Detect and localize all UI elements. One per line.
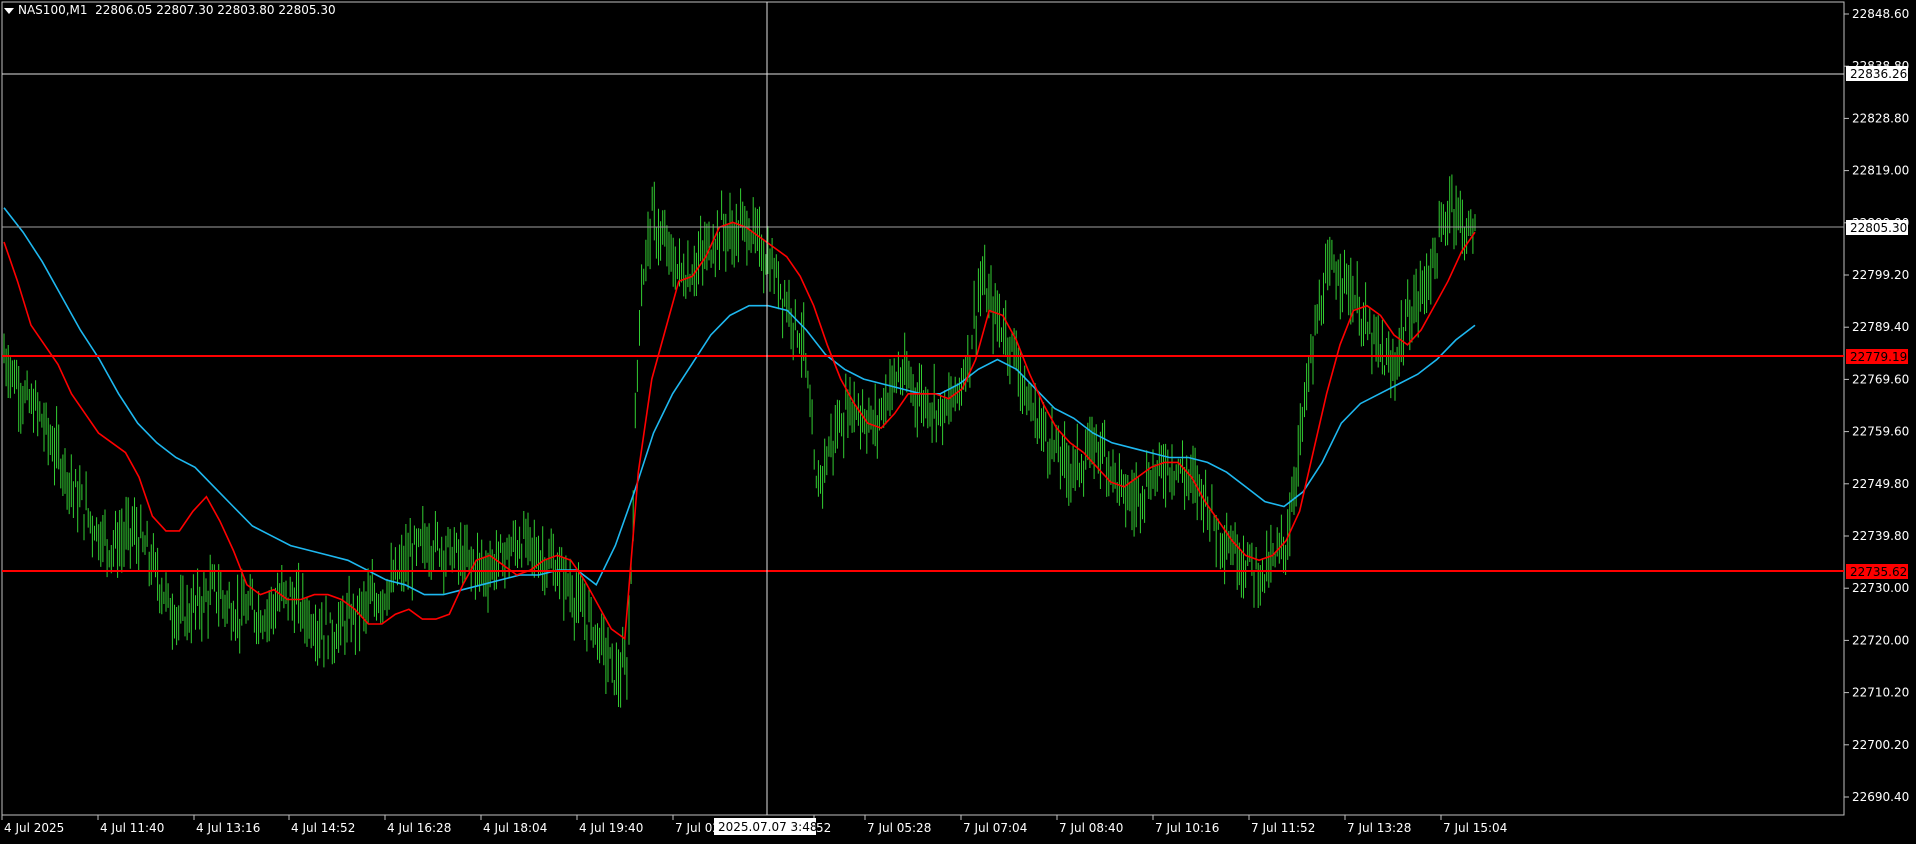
crosshair-time-label: 2025.07.07 3:48	[714, 818, 817, 835]
svg-text:22805.30: 22805.30	[1850, 221, 1907, 235]
symbol-label: NAS100,M1	[18, 3, 88, 17]
time-tick-label: 52	[816, 821, 831, 835]
price-tick-label: 22710.20	[1852, 686, 1909, 700]
price-tick-label: 22848.60	[1852, 7, 1909, 21]
current-price-label: 22805.30	[1846, 220, 1908, 235]
time-tick-label: 4 Jul 14:52	[291, 821, 355, 835]
svg-text:22779.19: 22779.19	[1850, 350, 1907, 364]
time-tick-label: 7 Jul 13:28	[1347, 821, 1411, 835]
time-tick-label: 7 Jul 10:16	[1155, 821, 1219, 835]
crosshair-price-label: 22836.26	[1846, 66, 1908, 81]
price-tick-label: 22819.00	[1852, 164, 1909, 178]
svg-text:22735.62: 22735.62	[1850, 565, 1907, 579]
chart-area[interactable]: 22848.6022838.8022828.8022819.0022809.00…	[0, 0, 1916, 840]
time-tick-label: 4 Jul 11:40	[100, 821, 164, 835]
time-tick-label: 4 Jul 19:40	[579, 821, 643, 835]
price-tick-label: 22720.00	[1852, 633, 1909, 647]
time-tick-label: 4 Jul 18:04	[483, 821, 547, 835]
time-tick-label: 7 Jul 07:04	[963, 821, 1027, 835]
time-tick-label: 7 Jul 08:40	[1059, 821, 1123, 835]
upper-level-label: 22779.19	[1846, 349, 1908, 364]
price-tick-label: 22799.20	[1852, 268, 1909, 282]
ohlc-values: 22806.05 22807.30 22803.80 22805.30	[95, 3, 336, 17]
chart-header: NAS100,M1 22806.05 22807.30 22803.80 228…	[4, 3, 336, 17]
price-tick-label: 22749.80	[1852, 477, 1909, 491]
price-tick-label: 22739.80	[1852, 529, 1909, 543]
time-tick-label: 4 Jul 2025	[4, 821, 64, 835]
dropdown-triangle-icon[interactable]	[4, 7, 14, 14]
price-tick-label: 22789.40	[1852, 320, 1909, 334]
time-tick-label: 4 Jul 16:28	[387, 821, 451, 835]
price-tick-label: 22700.20	[1852, 738, 1909, 752]
time-tick-label: 4 Jul 13:16	[196, 821, 260, 835]
time-tick-label: 7 Jul 02	[675, 821, 720, 835]
price-tick-label: 22690.40	[1852, 790, 1909, 804]
svg-text:2025.07.07 3:48: 2025.07.07 3:48	[718, 820, 817, 834]
lower-level-label: 22735.62	[1846, 564, 1908, 579]
time-tick-label: 7 Jul 05:28	[867, 821, 931, 835]
time-tick-label: 7 Jul 15:04	[1443, 821, 1507, 835]
time-tick-label: 7 Jul 11:52	[1251, 821, 1315, 835]
price-tick-label: 22828.80	[1852, 111, 1909, 125]
price-tick-label: 22759.60	[1852, 425, 1909, 439]
price-chart[interactable]: 22848.6022838.8022828.8022819.0022809.00…	[0, 0, 1916, 840]
price-tick-label: 22769.60	[1852, 372, 1909, 386]
price-tick-label: 22730.00	[1852, 581, 1909, 595]
svg-text:22836.26: 22836.26	[1850, 67, 1907, 81]
